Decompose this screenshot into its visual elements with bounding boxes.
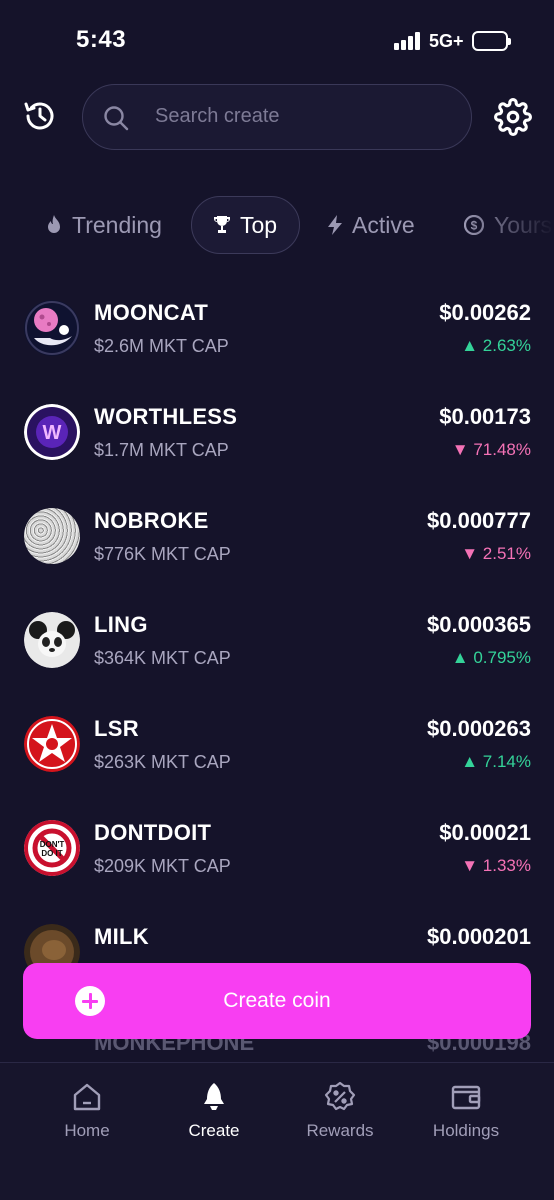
- filter-tabs: Trending Top Active $ Yours: [0, 196, 554, 256]
- coin-price: $0.000201: [427, 924, 531, 949]
- coin-change: ▼ 71.48%: [451, 440, 531, 459]
- arrow-down-icon: ▼: [461, 544, 479, 563]
- svg-text:DON'T: DON'T: [40, 840, 65, 849]
- mooncat-avatar: [24, 300, 80, 356]
- coin-change: ▲ 7.14%: [461, 752, 531, 771]
- nav-label: Create: [188, 1121, 240, 1140]
- battery-icon: [472, 31, 511, 51]
- tab-active[interactable]: Active: [328, 196, 415, 254]
- svg-text:$: $: [471, 219, 478, 233]
- coin-row-lsr[interactable]: LSR $263K MKT CAP $0.000263 ▲ 7.14%: [0, 704, 554, 784]
- coin-row-nobroke[interactable]: NOBROKE $776K MKT CAP $0.000777 ▼ 2.51%: [0, 496, 554, 576]
- status-bar: 5:43 5G+: [0, 0, 554, 84]
- worthless-avatar: W: [24, 404, 80, 460]
- tab-yours[interactable]: $ Yours: [464, 196, 552, 254]
- lsr-avatar: [24, 716, 80, 772]
- coin-row-worthless[interactable]: W WORTHLESS $1.7M MKT CAP $0.00173 ▼ 71.…: [0, 392, 554, 472]
- coin-change: ▲ 2.63%: [461, 336, 531, 355]
- arrow-up-icon: ▲: [461, 336, 479, 355]
- arrow-up-icon: ▲: [451, 648, 469, 667]
- coin-name: LING: [94, 612, 148, 637]
- tab-label: Yours: [494, 211, 552, 238]
- coin-change: ▼ 1.33%: [461, 856, 531, 875]
- status-time: 5:43: [76, 26, 127, 53]
- coin-change: ▼ 2.51%: [461, 544, 531, 563]
- ling-avatar: [24, 612, 80, 668]
- lightning-icon: [328, 215, 342, 235]
- flame-icon: [48, 215, 60, 233]
- coin-row-dontdoit[interactable]: DON'T DO IT DONTDOIT $209K MKT CAP $0.000…: [0, 808, 554, 888]
- tab-trending[interactable]: Trending: [46, 196, 162, 254]
- nav-holdings[interactable]: Holdings: [406, 1081, 526, 1141]
- arrow-up-icon: ▲: [461, 752, 479, 771]
- coin-price: $0.000263: [427, 716, 531, 741]
- coin-name: DONTDOIT: [94, 820, 212, 845]
- tab-label: Active: [352, 211, 415, 238]
- dontdoit-avatar: DON'T DO IT: [24, 820, 80, 876]
- create-coin-label: Create coin: [223, 989, 331, 1012]
- tab-label: Trending: [72, 211, 162, 238]
- coin-name: NOBROKE: [94, 508, 209, 533]
- search-bar[interactable]: [82, 84, 472, 150]
- network-label: 5G+: [429, 31, 464, 51]
- arrow-down-icon: ▼: [461, 856, 479, 875]
- coin-price: $0.00021: [439, 820, 531, 845]
- signal-icon: [394, 32, 422, 50]
- nav-label: Holdings: [432, 1121, 500, 1140]
- history-icon[interactable]: [22, 98, 58, 134]
- coin-price: $0.000777: [427, 508, 531, 533]
- coin-name: LSR: [94, 716, 139, 741]
- coin-name: MILK: [94, 924, 149, 949]
- coin-market-cap: $1.7M MKT CAP: [94, 440, 229, 460]
- coin-price: $0.00173: [439, 404, 531, 429]
- coin-market-cap: $2.6M MKT CAP: [94, 336, 229, 356]
- coin-price: $0.00262: [439, 300, 531, 325]
- nav-label: Rewards: [306, 1121, 374, 1140]
- search-input[interactable]: [155, 85, 455, 148]
- arrow-down-icon: ▼: [451, 440, 469, 459]
- search-icon: [103, 105, 129, 131]
- coin-row-ling[interactable]: LING $364K MKT CAP $0.000365 ▲ 0.795%: [0, 600, 554, 680]
- nav-home[interactable]: Home: [27, 1081, 147, 1141]
- coin-market-cap: $776K MKT CAP: [94, 544, 231, 564]
- settings-gear-icon[interactable]: [494, 98, 532, 136]
- coin-name: MOONCAT: [94, 300, 209, 325]
- svg-text:DO IT: DO IT: [41, 849, 62, 858]
- home-icon: [73, 1083, 101, 1111]
- percent-badge-icon: [324, 1081, 356, 1111]
- coin-change: ▲ 0.795%: [451, 648, 531, 667]
- create-coin-button[interactable]: Create coin: [23, 963, 531, 1039]
- coin-market-cap: $209K MKT CAP: [94, 856, 231, 876]
- trophy-icon: [214, 216, 230, 233]
- rocket-icon: [204, 1083, 224, 1110]
- nav-create[interactable]: Create: [154, 1081, 274, 1141]
- nav-label: Home: [64, 1121, 110, 1140]
- wallet-icon: [451, 1085, 481, 1110]
- coin-price: $0.000365: [427, 612, 531, 637]
- nav-rewards[interactable]: Rewards: [280, 1081, 400, 1141]
- svg-text:W: W: [43, 422, 62, 444]
- coin-market-cap: $263K MKT CAP: [94, 752, 231, 772]
- coin-row-mooncat[interactable]: MOONCAT $2.6M MKT CAP $0.00262 ▲ 2.63%: [0, 288, 554, 368]
- tab-label: Top: [240, 211, 278, 238]
- coins-icon: $: [464, 215, 484, 235]
- coin-name: WORTHLESS: [94, 404, 238, 429]
- tab-top[interactable]: Top: [191, 196, 301, 254]
- coin-market-cap: $364K MKT CAP: [94, 648, 231, 668]
- bottom-nav: Home Create Rewards Holdings: [0, 1062, 554, 1200]
- nobroke-avatar: [24, 508, 80, 564]
- plus-circle-icon: [75, 986, 105, 1016]
